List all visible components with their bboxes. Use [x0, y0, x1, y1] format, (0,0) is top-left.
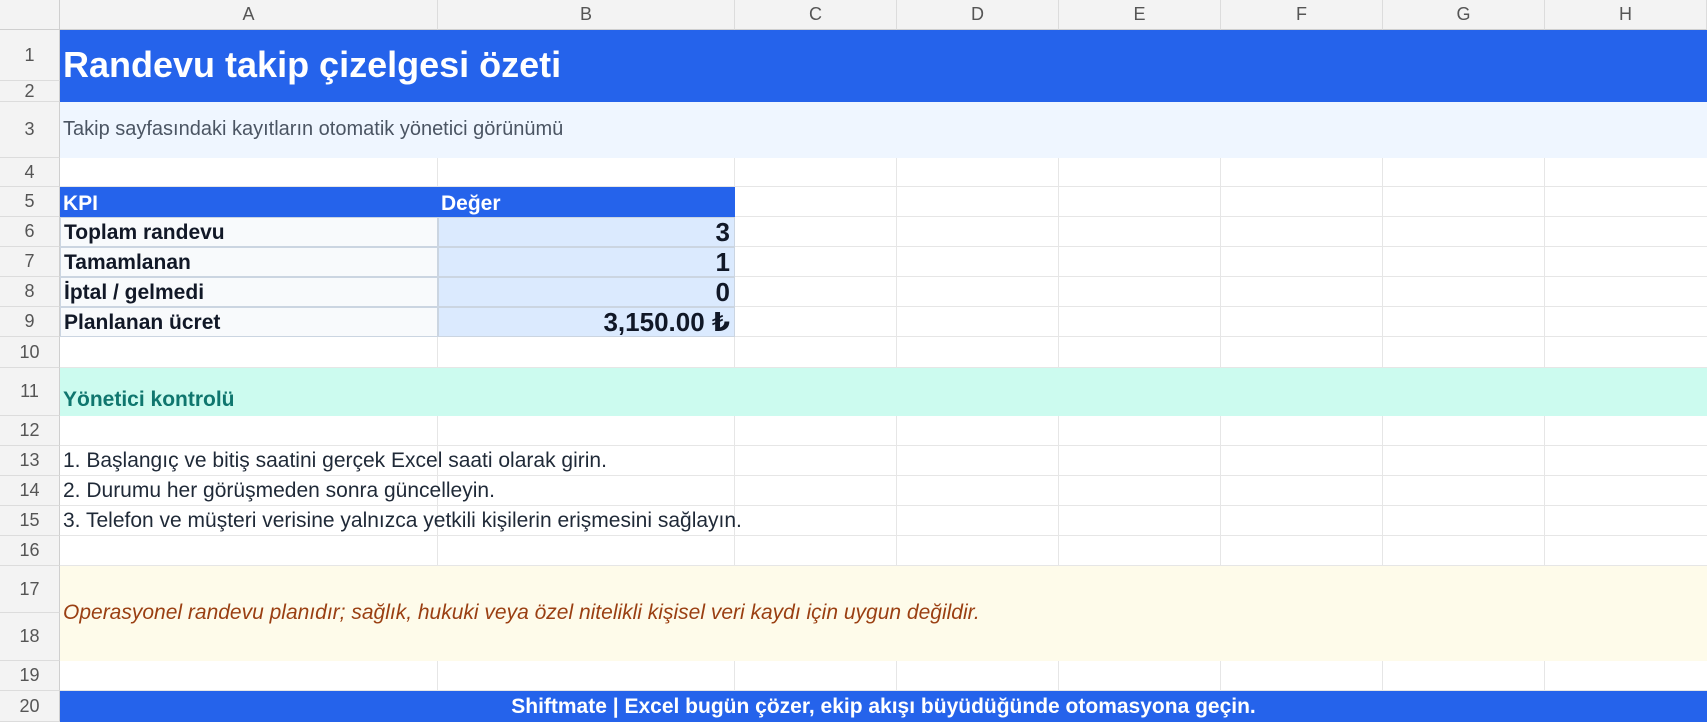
row-header[interactable]: 4: [0, 158, 60, 187]
row-header[interactable]: 20: [0, 691, 60, 722]
row-header[interactable]: 18: [0, 613, 60, 661]
gridline: [60, 535, 1707, 536]
column-header-h[interactable]: H: [1545, 0, 1707, 30]
spreadsheet-grid[interactable]: A B C D E F G H 1 2 3 4 5 6 7 8 9 10 11 …: [0, 0, 1707, 722]
footer-text: Shiftmate | Excel bugün çözer, ekip akış…: [511, 694, 1256, 718]
row-header[interactable]: 17: [0, 566, 60, 613]
row-header[interactable]: 10: [0, 337, 60, 368]
row-header[interactable]: 7: [0, 247, 60, 277]
row-header[interactable]: 13: [0, 446, 60, 476]
row-header[interactable]: 5: [0, 187, 60, 217]
kpi-value-cell[interactable]: 3,150.00 ₺: [438, 307, 735, 337]
kpi-label-cell[interactable]: Tamamlanan: [60, 247, 438, 277]
kpi-label-cell[interactable]: İptal / gelmedi: [60, 277, 438, 307]
row-header[interactable]: 15: [0, 506, 60, 536]
column-header-b[interactable]: B: [438, 0, 735, 30]
gridline: [60, 445, 1707, 446]
page-subtitle: Takip sayfasındaki kayıtların otomatik y…: [63, 118, 564, 140]
column-header-g[interactable]: G: [1383, 0, 1545, 30]
row-header[interactable]: 11: [0, 368, 60, 416]
kpi-value-cell[interactable]: 3: [438, 217, 735, 247]
column-header-c[interactable]: C: [735, 0, 897, 30]
kpi-header-cell[interactable]: KPI: [60, 187, 438, 217]
kpi-label-cell[interactable]: Planlanan ücret: [60, 307, 438, 337]
instruction-step: 1. Başlangıç ve bitiş saatini gerçek Exc…: [63, 449, 607, 472]
section-title: Yönetici kontrolü: [63, 388, 235, 411]
page-title: Randevu takip çizelgesi özeti: [63, 44, 562, 85]
kpi-label-cell[interactable]: Toplam randevu: [60, 217, 438, 247]
column-header-a[interactable]: A: [60, 0, 438, 30]
kpi-value-cell[interactable]: 1: [438, 247, 735, 277]
select-all-corner[interactable]: [0, 0, 60, 30]
row-header[interactable]: 3: [0, 102, 60, 158]
row-header[interactable]: 8: [0, 277, 60, 307]
kpi-value-cell[interactable]: 0: [438, 277, 735, 307]
row-header[interactable]: 1: [0, 30, 60, 81]
instruction-step: 3. Telefon ve müşteri verisine yalnızca …: [63, 509, 742, 532]
column-header-e[interactable]: E: [1059, 0, 1221, 30]
row-header[interactable]: 2: [0, 81, 60, 102]
disclaimer-text: Operasyonel randevu planıdır; sağlık, hu…: [63, 601, 980, 624]
gridline: [60, 505, 1707, 506]
column-header-f[interactable]: F: [1221, 0, 1383, 30]
row-header[interactable]: 16: [0, 536, 60, 566]
row-header[interactable]: 12: [0, 416, 60, 446]
row-header[interactable]: 6: [0, 217, 60, 247]
row-header[interactable]: 9: [0, 307, 60, 337]
value-header-cell[interactable]: Değer: [438, 187, 735, 217]
instruction-step: 2. Durumu her görüşmeden sonra güncelley…: [63, 479, 495, 502]
column-header-d[interactable]: D: [897, 0, 1059, 30]
section-cell-block[interactable]: [60, 368, 1707, 416]
row-header[interactable]: 14: [0, 476, 60, 506]
row-header[interactable]: 19: [0, 661, 60, 691]
gridline: [60, 475, 1707, 476]
